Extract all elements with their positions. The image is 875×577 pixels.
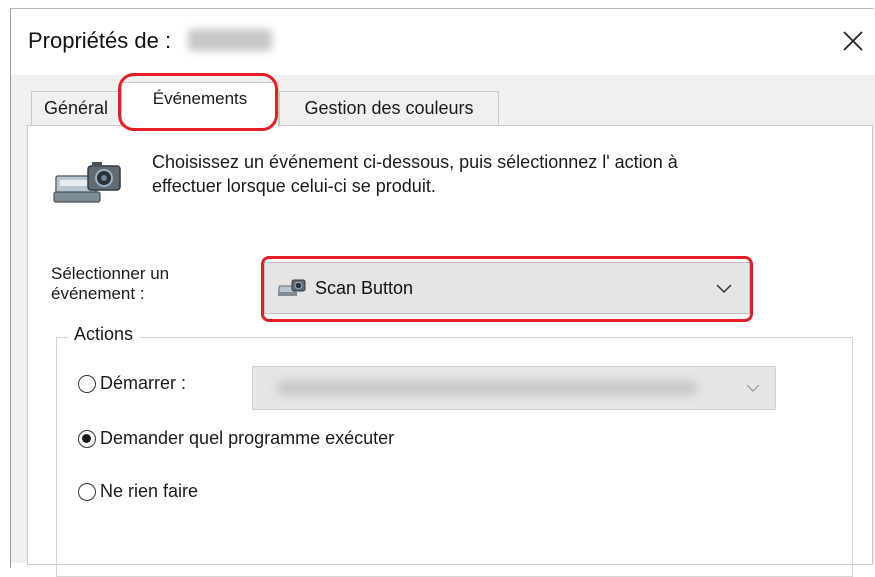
radio-start-label: Démarrer : bbox=[100, 373, 187, 393]
select-event-label: Sélectionner un événement : bbox=[51, 264, 251, 304]
redacted-program-name bbox=[277, 381, 697, 395]
radio-nothing-label: Ne rien faire bbox=[100, 481, 199, 501]
actions-legend: Actions bbox=[68, 324, 140, 345]
scanner-small-icon bbox=[278, 279, 306, 296]
chevron-down-icon bbox=[746, 384, 760, 392]
radio-ask-option[interactable]: Demander quel programme exécuter bbox=[78, 428, 394, 449]
chevron-down-icon bbox=[716, 284, 732, 294]
radio-ask[interactable] bbox=[78, 429, 96, 448]
selected-event-value: Scan Button bbox=[315, 277, 414, 298]
radio-ask-label: Demander quel programme exécuter bbox=[100, 428, 395, 448]
select-label-line-2: événement : bbox=[51, 284, 145, 303]
start-program-dropdown bbox=[252, 366, 776, 410]
select-label-line-1: Sélectionner un bbox=[51, 264, 170, 283]
radio-nothing-option[interactable]: Ne rien faire bbox=[78, 481, 198, 502]
radio-start-option[interactable]: Démarrer : bbox=[78, 373, 186, 394]
tab-general[interactable]: Général bbox=[31, 91, 121, 125]
tab-events[interactable]: Événements bbox=[121, 82, 279, 127]
scanner-camera-icon bbox=[53, 162, 121, 203]
description-line-1: Choisissez un événement ci-dessous, puis… bbox=[152, 152, 678, 172]
description-line-2: effectuer lorsque celui-ci se produit. bbox=[152, 176, 436, 196]
tab-color-management[interactable]: Gestion des couleurs bbox=[279, 91, 499, 125]
event-select-dropdown[interactable]: Scan Button bbox=[264, 262, 750, 314]
radio-start[interactable] bbox=[78, 374, 96, 393]
events-description: Choisissez un événement ci-dessous, puis… bbox=[152, 150, 832, 198]
radio-nothing[interactable] bbox=[78, 482, 96, 501]
